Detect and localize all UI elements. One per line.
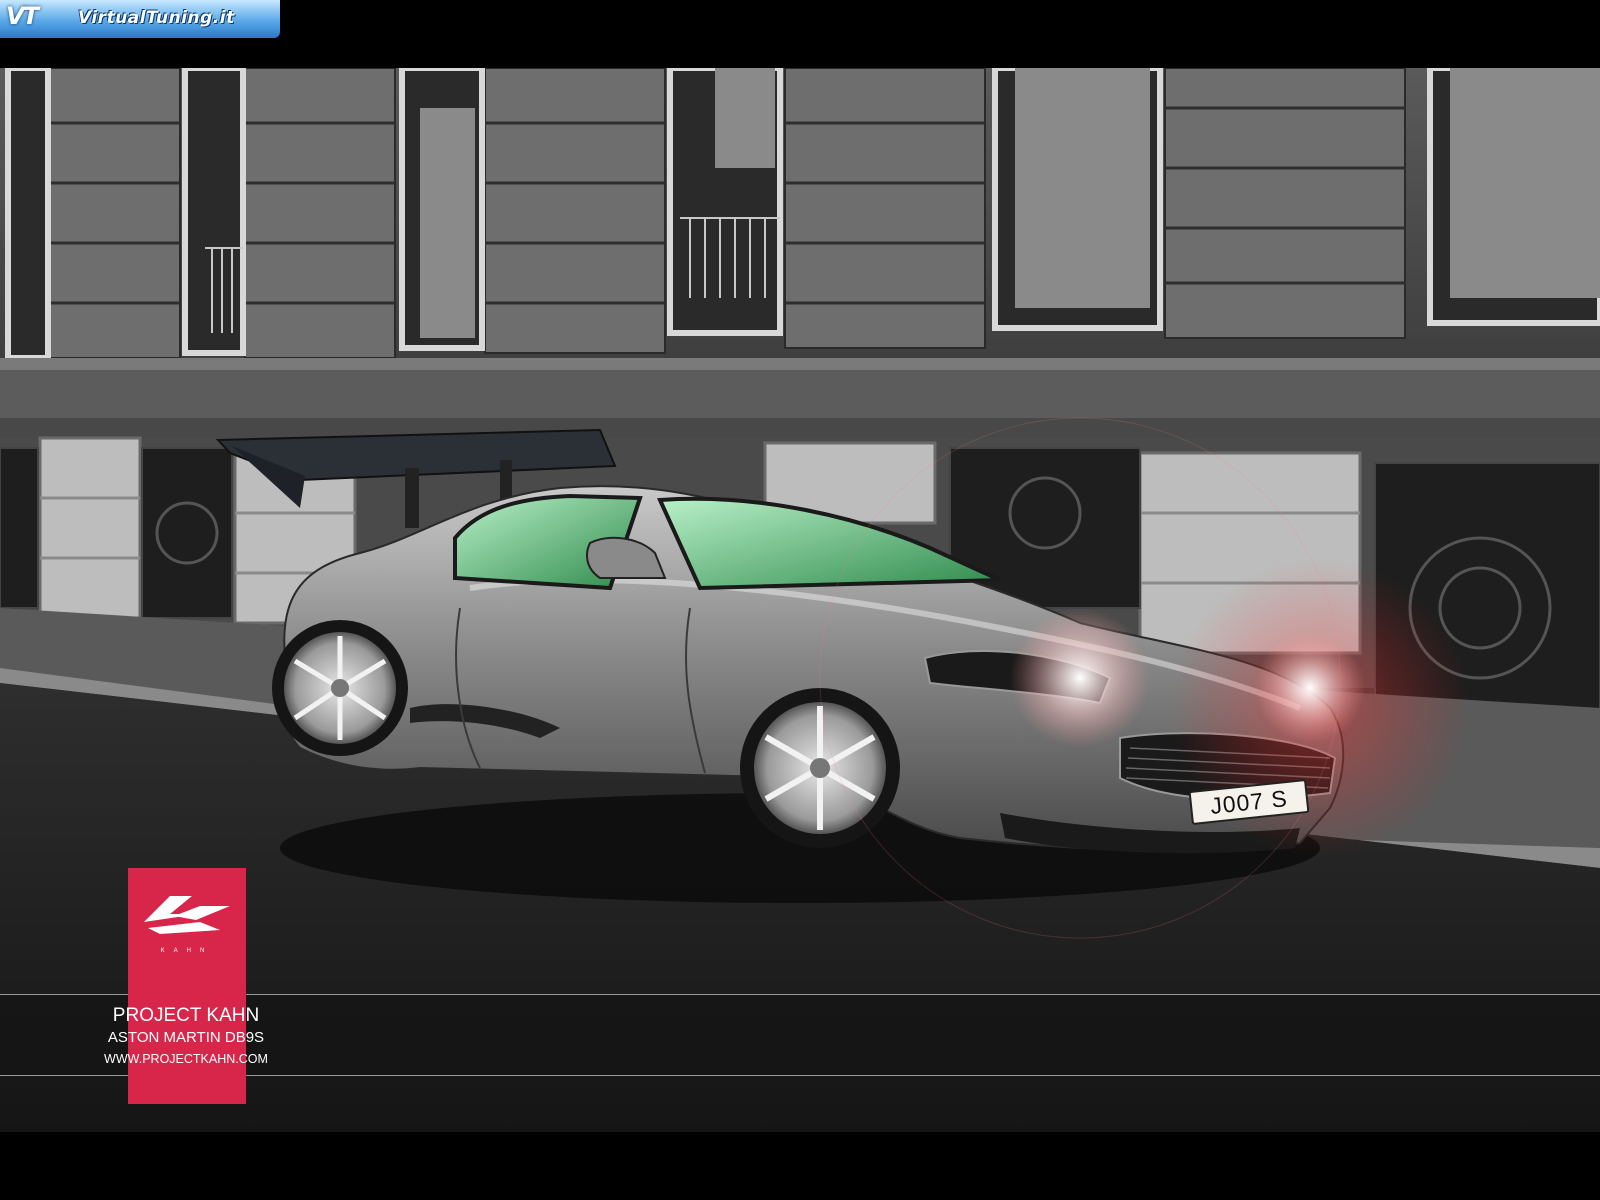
kahn-word: KAHN [160,948,214,954]
kahn-logo-icon [144,896,230,934]
bottom-letterbox [0,1132,1600,1200]
credit-url-link[interactable]: WWW.PROJECTKAHN.COM [66,1052,306,1066]
kahn-brand-tag: KAHN [128,868,246,1104]
site-logo-text: VirtualTuning.it [78,8,235,28]
credit-model: ASTON MARTIN DB9S [107,1029,265,1046]
site-logo[interactable]: VT VirtualTuning.it [0,0,280,40]
credit-title: PROJECT KAHN [112,1005,260,1026]
site-logo-mark: VT [6,2,39,30]
